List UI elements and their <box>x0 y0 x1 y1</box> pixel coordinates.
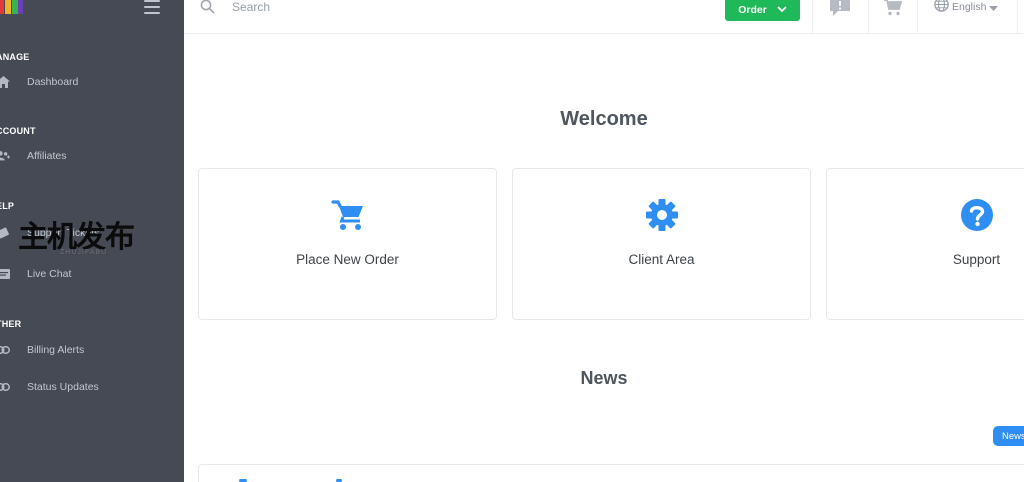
main-content: Welcome Place New Order Client Area Supp… <box>184 34 1024 482</box>
ticket-icon <box>0 226 10 240</box>
language-selector[interactable]: English <box>934 0 999 17</box>
news-panel <box>198 464 1024 482</box>
users-icon <box>0 149 10 163</box>
app-root: ANAGE Dashboard CCOUNT Affiliates ELP Su… <box>0 0 1024 482</box>
notifications-icon[interactable] <box>828 0 852 18</box>
search-icon <box>200 0 216 14</box>
client-area-card[interactable]: Client Area <box>512 168 811 320</box>
sidebar-item-status-updates[interactable]: Status Updates <box>0 376 184 398</box>
sidebar-item-label: Status Updates <box>27 381 99 393</box>
chat-icon <box>0 267 10 281</box>
place-new-order-card[interactable]: Place New Order <box>198 168 497 320</box>
news-title: News <box>580 368 628 388</box>
language-label: English <box>952 1 987 13</box>
divider <box>917 0 918 33</box>
card-title: Client Area <box>628 252 695 267</box>
sidebar-section-other: THER <box>0 319 22 329</box>
sidebar-item-dashboard[interactable]: Dashboard <box>0 71 184 93</box>
sidebar-item-live-chat[interactable]: Live Chat <box>0 263 184 285</box>
menu-toggle-icon[interactable] <box>144 0 160 14</box>
link-icon <box>0 343 10 357</box>
support-card[interactable]: Support <box>826 168 1024 320</box>
order-button-label: Order <box>738 3 767 16</box>
gear-icon <box>513 197 810 233</box>
cart-icon <box>199 197 496 233</box>
question-icon <box>827 197 1024 233</box>
sidebar-section-help: ELP <box>0 201 15 211</box>
sidebar-item-affiliates[interactable]: Affiliates <box>0 145 184 167</box>
sidebar-section-account: CCOUNT <box>0 126 36 136</box>
divider <box>812 0 813 33</box>
search-input[interactable] <box>232 0 532 17</box>
home-icon <box>0 75 10 89</box>
sidebar-item-label: Billing Alerts <box>27 344 85 356</box>
watermark: 主机发布 ZHUJIFABU <box>18 220 148 264</box>
logo[interactable] <box>0 0 24 16</box>
sidebar-item-label: Dashboard <box>27 76 79 88</box>
order-button[interactable]: Order <box>725 0 800 21</box>
sidebar-item-billing-alerts[interactable]: Billing Alerts <box>0 339 184 361</box>
card-title: Support <box>952 252 1001 267</box>
divider <box>1017 0 1018 33</box>
watermark-text-en: ZHUJIFABU <box>58 249 110 256</box>
caret-down-icon <box>989 0 999 16</box>
welcome-title: Welcome <box>560 108 648 130</box>
sidebar-item-label: Affiliates <box>27 150 67 162</box>
news-badge[interactable]: News <box>993 426 1024 446</box>
divider <box>868 0 869 33</box>
cart-icon[interactable] <box>881 0 905 18</box>
sidebar-section-manage: ANAGE <box>0 52 30 62</box>
link-icon <box>0 380 10 394</box>
top-bar: Order English <box>184 0 1024 34</box>
globe-icon <box>934 0 949 17</box>
chevron-down-icon <box>777 4 787 16</box>
card-title: Place New Order <box>296 252 399 267</box>
sidebar-item-label: Live Chat <box>27 268 72 280</box>
